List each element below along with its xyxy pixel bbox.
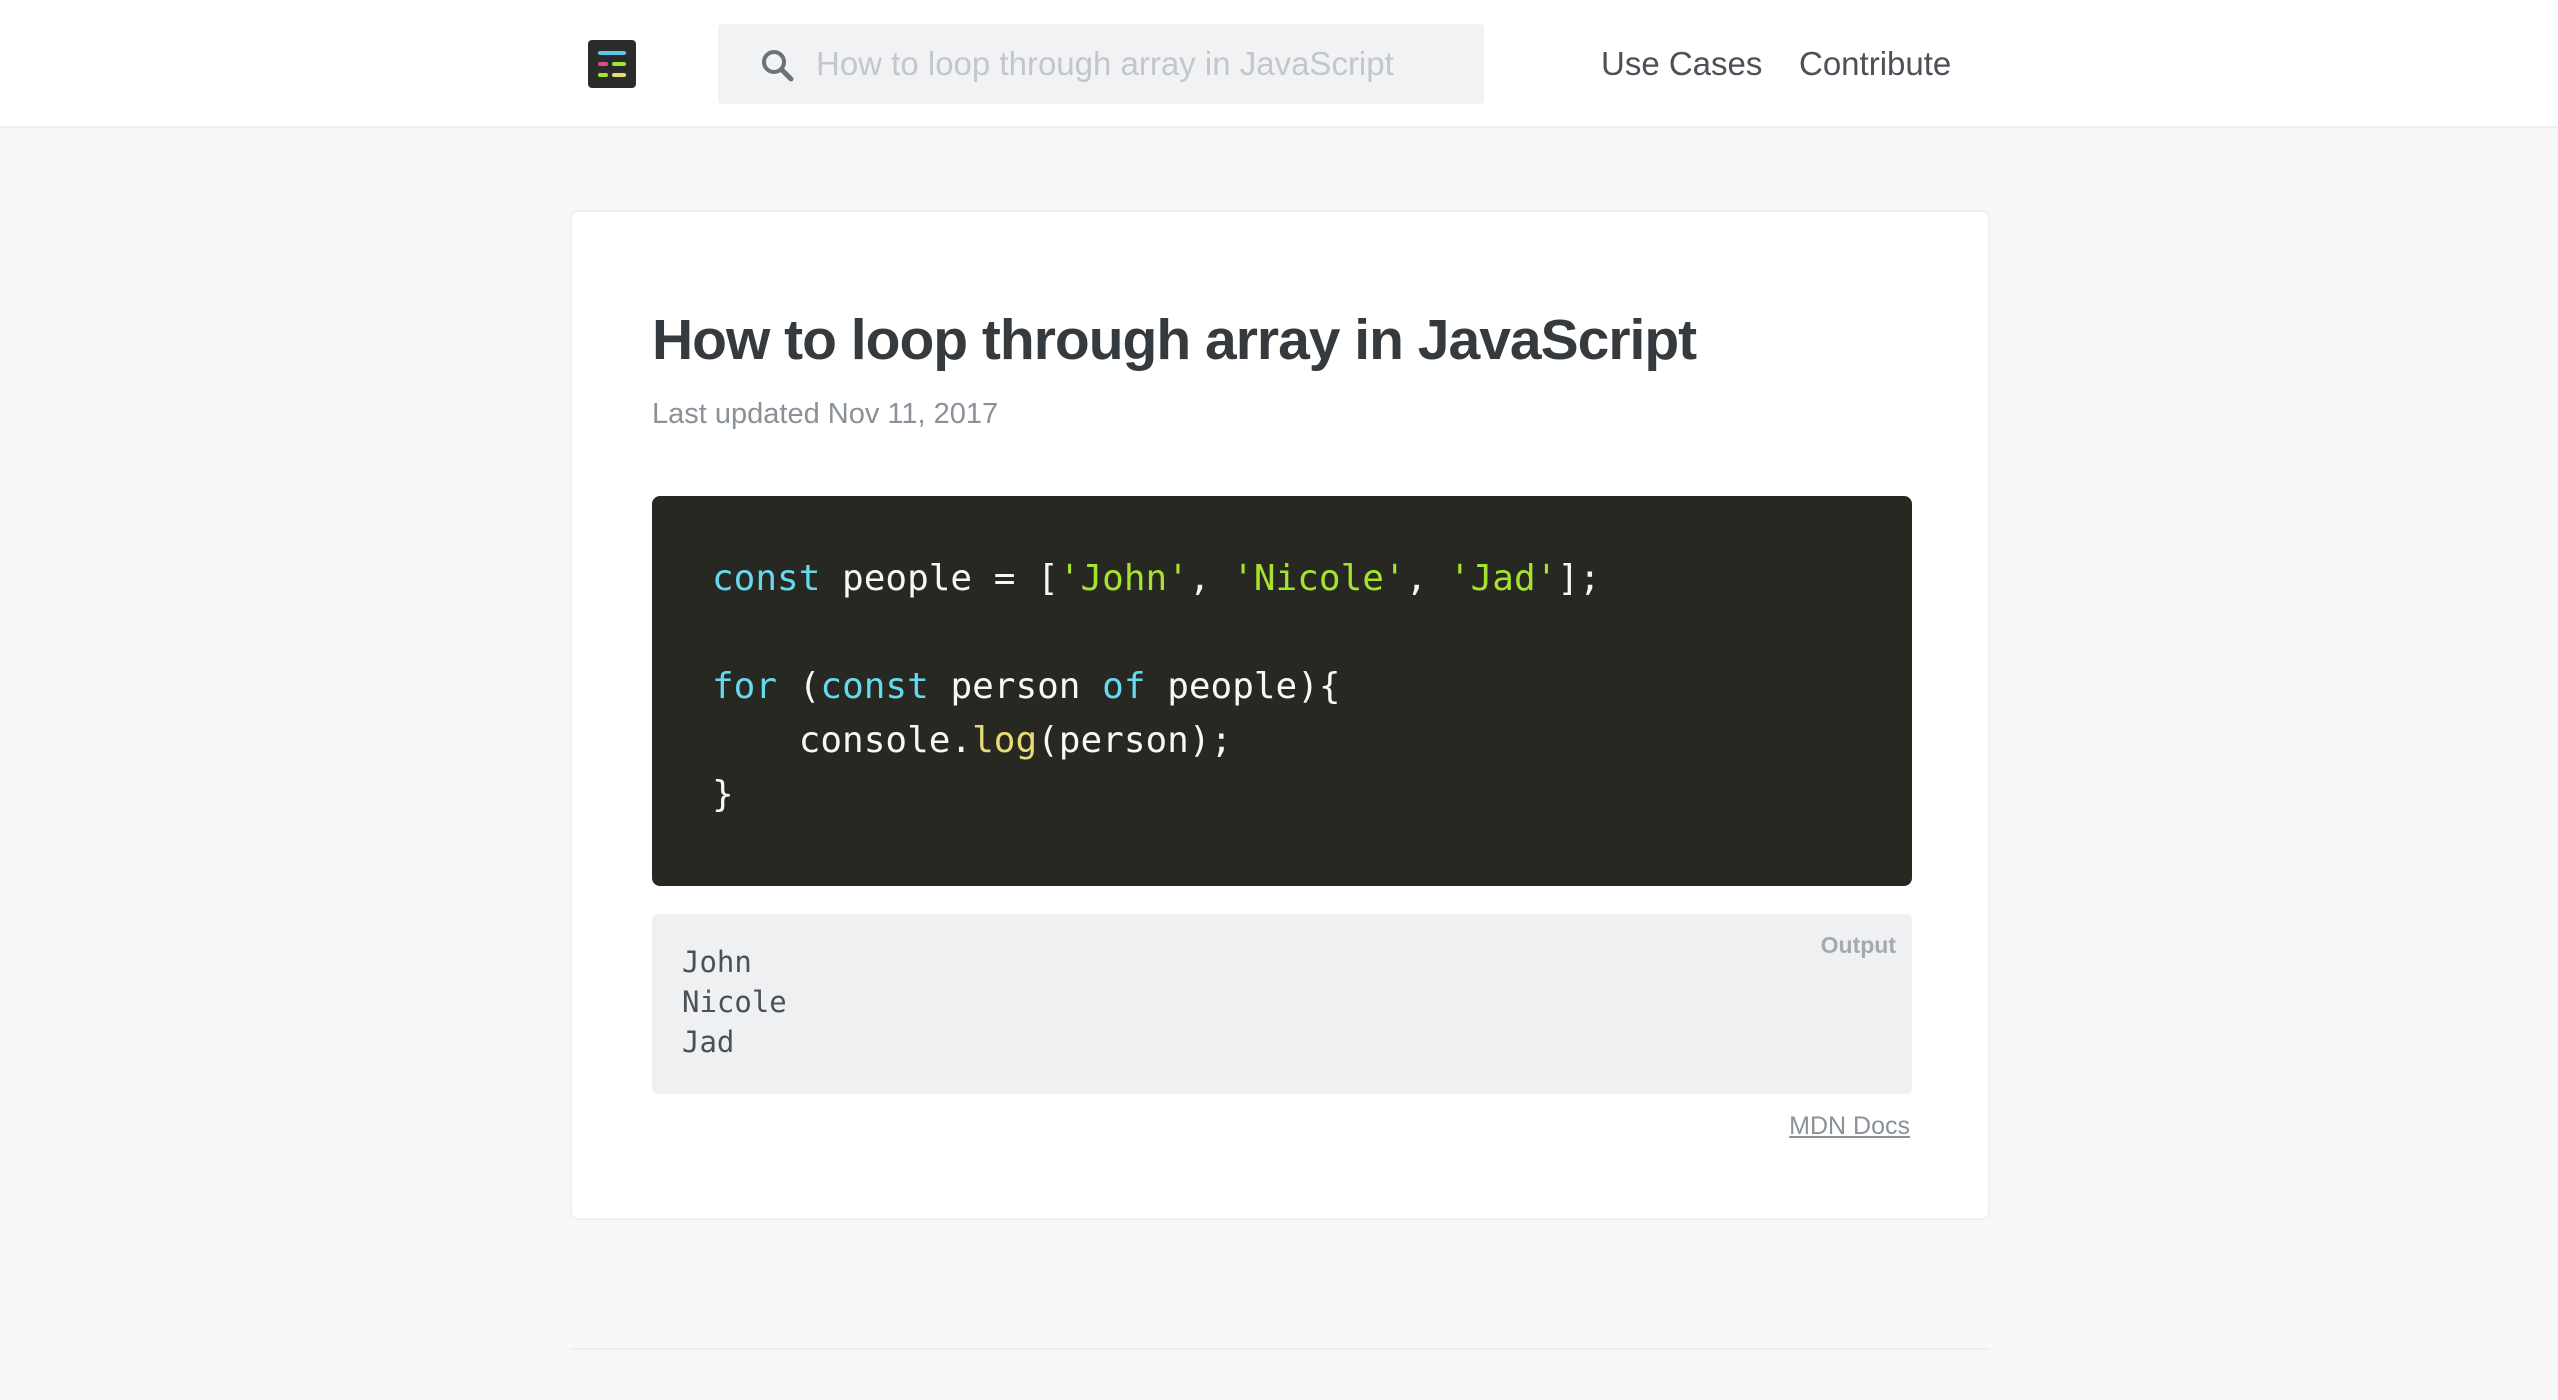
code-text: (person); <box>1037 720 1233 761</box>
logo-bar <box>598 62 608 66</box>
output-lines: John Nicole Jad <box>682 942 1882 1062</box>
page-title: How to loop through array in JavaScript <box>652 308 1697 372</box>
code-line: const people = ['John', 'Nicole', 'Jad']… <box>712 558 1601 599</box>
search-input[interactable] <box>816 24 1456 104</box>
output-line: Jad <box>682 1025 735 1059</box>
code-function: log <box>972 720 1038 761</box>
footer-divider <box>570 1348 1990 1350</box>
output-panel: Output John Nicole Jad <box>652 914 1912 1094</box>
top-header: Use Cases Contribute <box>0 0 2558 128</box>
code-text: ]; <box>1557 558 1601 599</box>
code-string: 'John' <box>1058 558 1189 599</box>
output-line: Nicole <box>682 985 787 1019</box>
nav-use-cases-link[interactable]: Use Cases <box>1601 40 1762 88</box>
code-line: } <box>712 774 734 815</box>
code-text: people){ <box>1145 666 1341 707</box>
search-box[interactable] <box>718 24 1484 104</box>
code-string: 'Jad' <box>1448 558 1558 599</box>
code-line: for (const person of people){ <box>712 666 1341 707</box>
article-card: How to loop through array in JavaScript … <box>570 210 1990 1220</box>
code-block[interactable]: const people = ['John', 'Nicole', 'Jad']… <box>652 496 1912 886</box>
logo-bar <box>598 73 608 77</box>
nav-contribute-link[interactable]: Contribute <box>1799 40 1951 88</box>
search-icon <box>762 50 794 82</box>
code-line: console.log(person); <box>712 720 1233 761</box>
code-keyword: const <box>712 558 821 599</box>
code-string: 'Nicole' <box>1232 558 1406 599</box>
code-text: , <box>1405 558 1449 599</box>
output-label: Output <box>1820 932 1896 958</box>
logo-bar <box>612 62 626 66</box>
code-text: console. <box>712 720 973 761</box>
code-text: people = [ <box>820 558 1059 599</box>
code-keyword: of <box>1102 666 1146 707</box>
mdn-docs-link[interactable]: MDN Docs <box>1789 1108 1910 1144</box>
code-keyword: for <box>712 666 778 707</box>
site-logo[interactable] <box>588 40 636 88</box>
code-keyword: const <box>820 666 929 707</box>
code-text: person <box>928 666 1103 707</box>
code-text: ( <box>777 666 821 707</box>
logo-bar <box>598 51 626 55</box>
code-text: , <box>1188 558 1233 599</box>
logo-bar <box>612 73 626 77</box>
last-updated-text: Last updated Nov 11, 2017 <box>652 398 999 430</box>
output-line: John <box>682 945 752 979</box>
